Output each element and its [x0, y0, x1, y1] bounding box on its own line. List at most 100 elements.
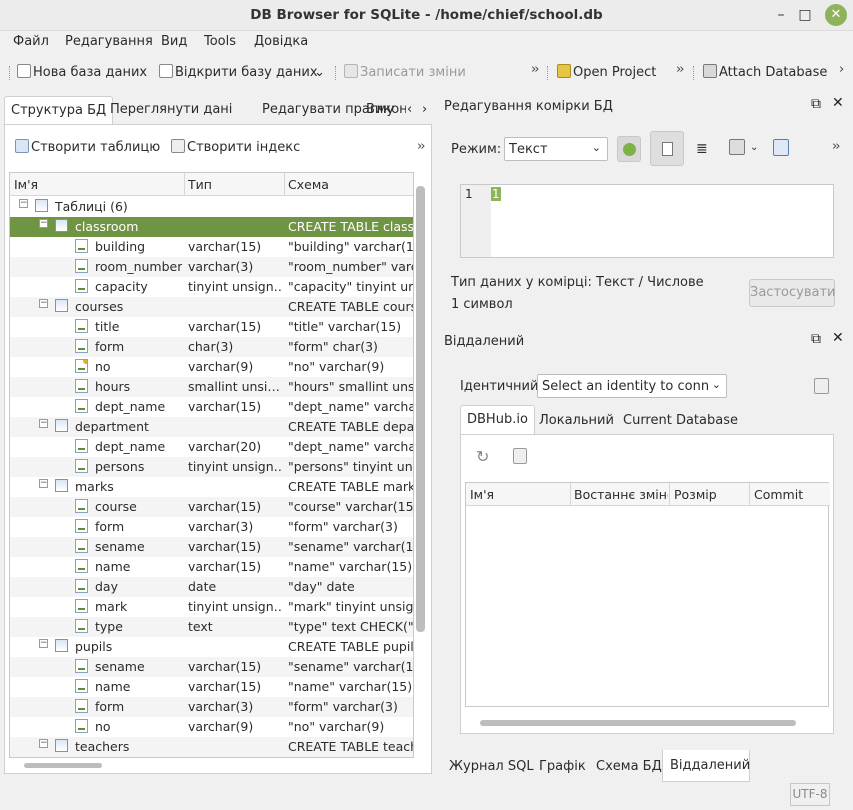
open-database-button[interactable]: Відкрити базу даних: [159, 63, 318, 83]
identity-select[interactable]: Select an identity to connect ⌄: [537, 374, 727, 398]
tab-current-database[interactable]: Current Database: [617, 407, 744, 435]
tab-remote-active[interactable]: Віддалений: [662, 750, 750, 782]
column-header-name[interactable]: Ім'я: [470, 487, 494, 502]
open-project-button[interactable]: Open Project: [557, 63, 656, 83]
tree-field-row[interactable]: mark tinyint unsign… "mark" tinyint unsign…: [10, 597, 413, 617]
tree-item-type: varchar(15): [188, 539, 262, 554]
tree-item-schema: "name" varchar(15): [288, 559, 413, 574]
menu-help[interactable]: Довідка: [254, 34, 308, 49]
tree-field-row[interactable]: course varchar(15) "course" varchar(15): [10, 497, 413, 517]
collapse-icon[interactable]: −: [19, 199, 28, 208]
close-icon[interactable]: ✕: [825, 4, 847, 26]
tab-sql-log[interactable]: Журнал SQL: [449, 759, 534, 774]
editor-toolbar-overflow-icon[interactable]: ››: [832, 139, 841, 154]
close-panel-icon[interactable]: ✕: [832, 95, 844, 111]
collapse-icon[interactable]: −: [39, 419, 48, 428]
tree-table-row[interactable]: − marks CREATE TABLE marks: [10, 477, 413, 497]
tree-field-row[interactable]: no varchar(9) "no" varchar(9): [10, 717, 413, 737]
tree-field-row[interactable]: name varchar(15) "name" varchar(15): [10, 677, 413, 697]
undock-icon[interactable]: ⧉: [811, 331, 821, 347]
column-header-last-modified[interactable]: Востаннє змінє: [574, 487, 668, 502]
toolbar-overflow-icon[interactable]: ›: [839, 62, 844, 77]
tree-field-row[interactable]: title varchar(15) "title" varchar(15): [10, 317, 413, 337]
menu-view[interactable]: Вид: [161, 34, 187, 49]
auto-switch-mode-button[interactable]: [617, 136, 641, 162]
tree-table-row[interactable]: − pupils CREATE TABLE pupils: [10, 637, 413, 657]
tab-scroll-left-icon[interactable]: ‹: [405, 96, 414, 124]
tree-table-row[interactable]: − teachers CREATE TABLE teache: [10, 737, 413, 757]
collapse-icon[interactable]: −: [39, 739, 48, 748]
minimize-icon[interactable]: –: [770, 4, 792, 26]
tree-field-row[interactable]: form varchar(3) "form" varchar(3): [10, 517, 413, 537]
tree-field-row[interactable]: type text "type" text CHECK("ty: [10, 617, 413, 637]
tab-scroll-right-icon[interactable]: ›: [420, 96, 429, 124]
column-header-name[interactable]: Ім'я: [14, 177, 38, 192]
structure-toolbar-overflow-icon[interactable]: ››: [417, 139, 426, 154]
collapse-icon[interactable]: −: [39, 639, 48, 648]
export-dropdown-icon[interactable]: ⌄: [750, 142, 758, 153]
tree-field-row[interactable]: dept_name varchar(15) "dept_name" varchar(: [10, 397, 413, 417]
close-panel-icon[interactable]: ✕: [832, 330, 844, 346]
create-index-button[interactable]: Створити індекс: [171, 138, 300, 158]
menu-tools[interactable]: Tools: [204, 34, 236, 49]
tab-plot[interactable]: Графік: [539, 759, 586, 774]
tree-field-row[interactable]: day date "day" date: [10, 577, 413, 597]
import-icon[interactable]: [773, 139, 789, 156]
open-database-dropdown[interactable]: ⌄: [314, 63, 325, 83]
tree-item-name: name: [95, 679, 131, 694]
cell-editor-textarea[interactable]: 1 1: [460, 184, 834, 258]
tree-field-row[interactable]: dept_name varchar(20) "dept_name" varchar(: [10, 437, 413, 457]
export-icon[interactable]: [729, 139, 745, 155]
apply-button[interactable]: Застосувати: [749, 279, 835, 307]
tab-dbhub[interactable]: DBHub.io: [460, 405, 535, 435]
tree-table-row[interactable]: − courses CREATE TABLE courses: [10, 297, 413, 317]
tree-vertical-scrollbar[interactable]: [416, 186, 425, 632]
tree-table-row[interactable]: − department CREATE TABLE depart: [10, 417, 414, 437]
tab-db-schema[interactable]: Схема БД: [596, 759, 662, 774]
tree-field-row[interactable]: form char(3) "form" char(3): [10, 337, 413, 357]
undock-icon[interactable]: ⧉: [811, 96, 821, 112]
tree-field-row[interactable]: capacity tinyint unsign… "capacity" tinyin…: [10, 277, 413, 297]
refresh-icon[interactable]: ↻: [476, 447, 489, 466]
identity-manage-icon[interactable]: [814, 378, 829, 394]
tree-field-row[interactable]: name varchar(15) "name" varchar(15): [10, 557, 413, 577]
menu-edit[interactable]: Редагування: [65, 34, 153, 49]
create-table-button[interactable]: Створити таблицю: [15, 138, 160, 158]
word-wrap-button[interactable]: [650, 131, 684, 166]
attach-database-button[interactable]: Attach Database: [703, 63, 827, 83]
mode-select[interactable]: Текст ⌄: [504, 137, 608, 161]
tree-field-row[interactable]: sename varchar(15) "sename" varchar(15): [10, 657, 413, 677]
collapse-icon[interactable]: −: [39, 219, 48, 228]
cell-content[interactable]: 1: [491, 187, 501, 201]
tree-field-row[interactable]: sename varchar(15) "sename" varchar(15): [10, 537, 413, 557]
write-changes-button[interactable]: Записати зміни: [344, 63, 466, 83]
tab-execute-sql[interactable]: Викон: [360, 96, 406, 124]
tree-field-row[interactable]: hours smallint unsi… "hours" smallint unsi…: [10, 377, 413, 397]
tree-table-row[interactable]: − classroom CREATE TABLE classroom: [10, 217, 413, 237]
column-header-type[interactable]: Тип: [188, 177, 212, 192]
tab-local[interactable]: Локальний: [533, 407, 620, 435]
collapse-icon[interactable]: −: [39, 299, 48, 308]
column-header-size[interactable]: Розмір: [674, 487, 717, 502]
column-header-schema[interactable]: Схема: [288, 177, 329, 192]
column-header-commit[interactable]: Commit: [754, 487, 803, 502]
tree-field-row[interactable]: room_number varchar(3) "room_number" varch…: [10, 257, 413, 277]
tree-horizontal-scrollbar[interactable]: [24, 763, 102, 768]
tree-item-schema: CREATE TABLE depart: [288, 419, 414, 434]
tree-field-row[interactable]: building varchar(15) "building" varchar(15…: [10, 237, 413, 257]
tree-field-row[interactable]: no varchar(9) "no" varchar(9): [10, 357, 413, 377]
tree-field-row[interactable]: persons tinyint unsign… "persons" tinyint …: [10, 457, 413, 477]
tree-group-row[interactable]: − Таблиці (6): [10, 197, 413, 217]
clone-icon[interactable]: [513, 448, 527, 464]
tree-field-row[interactable]: form varchar(3) "form" varchar(3): [10, 697, 413, 717]
collapse-icon[interactable]: −: [39, 479, 48, 488]
toolbar-overflow-icon[interactable]: ››: [531, 62, 540, 77]
remote-horizontal-scrollbar[interactable]: [480, 720, 796, 726]
indent-icon[interactable]: ≣: [696, 141, 708, 157]
tab-browse-data[interactable]: Переглянути дані: [104, 96, 238, 124]
menu-file[interactable]: Файл: [13, 34, 49, 49]
maximize-icon[interactable]: □: [794, 4, 816, 26]
new-database-button[interactable]: Нова база даних: [17, 63, 147, 83]
tab-database-structure[interactable]: Структура БД: [4, 96, 114, 124]
toolbar-overflow-icon[interactable]: ››: [676, 62, 685, 77]
